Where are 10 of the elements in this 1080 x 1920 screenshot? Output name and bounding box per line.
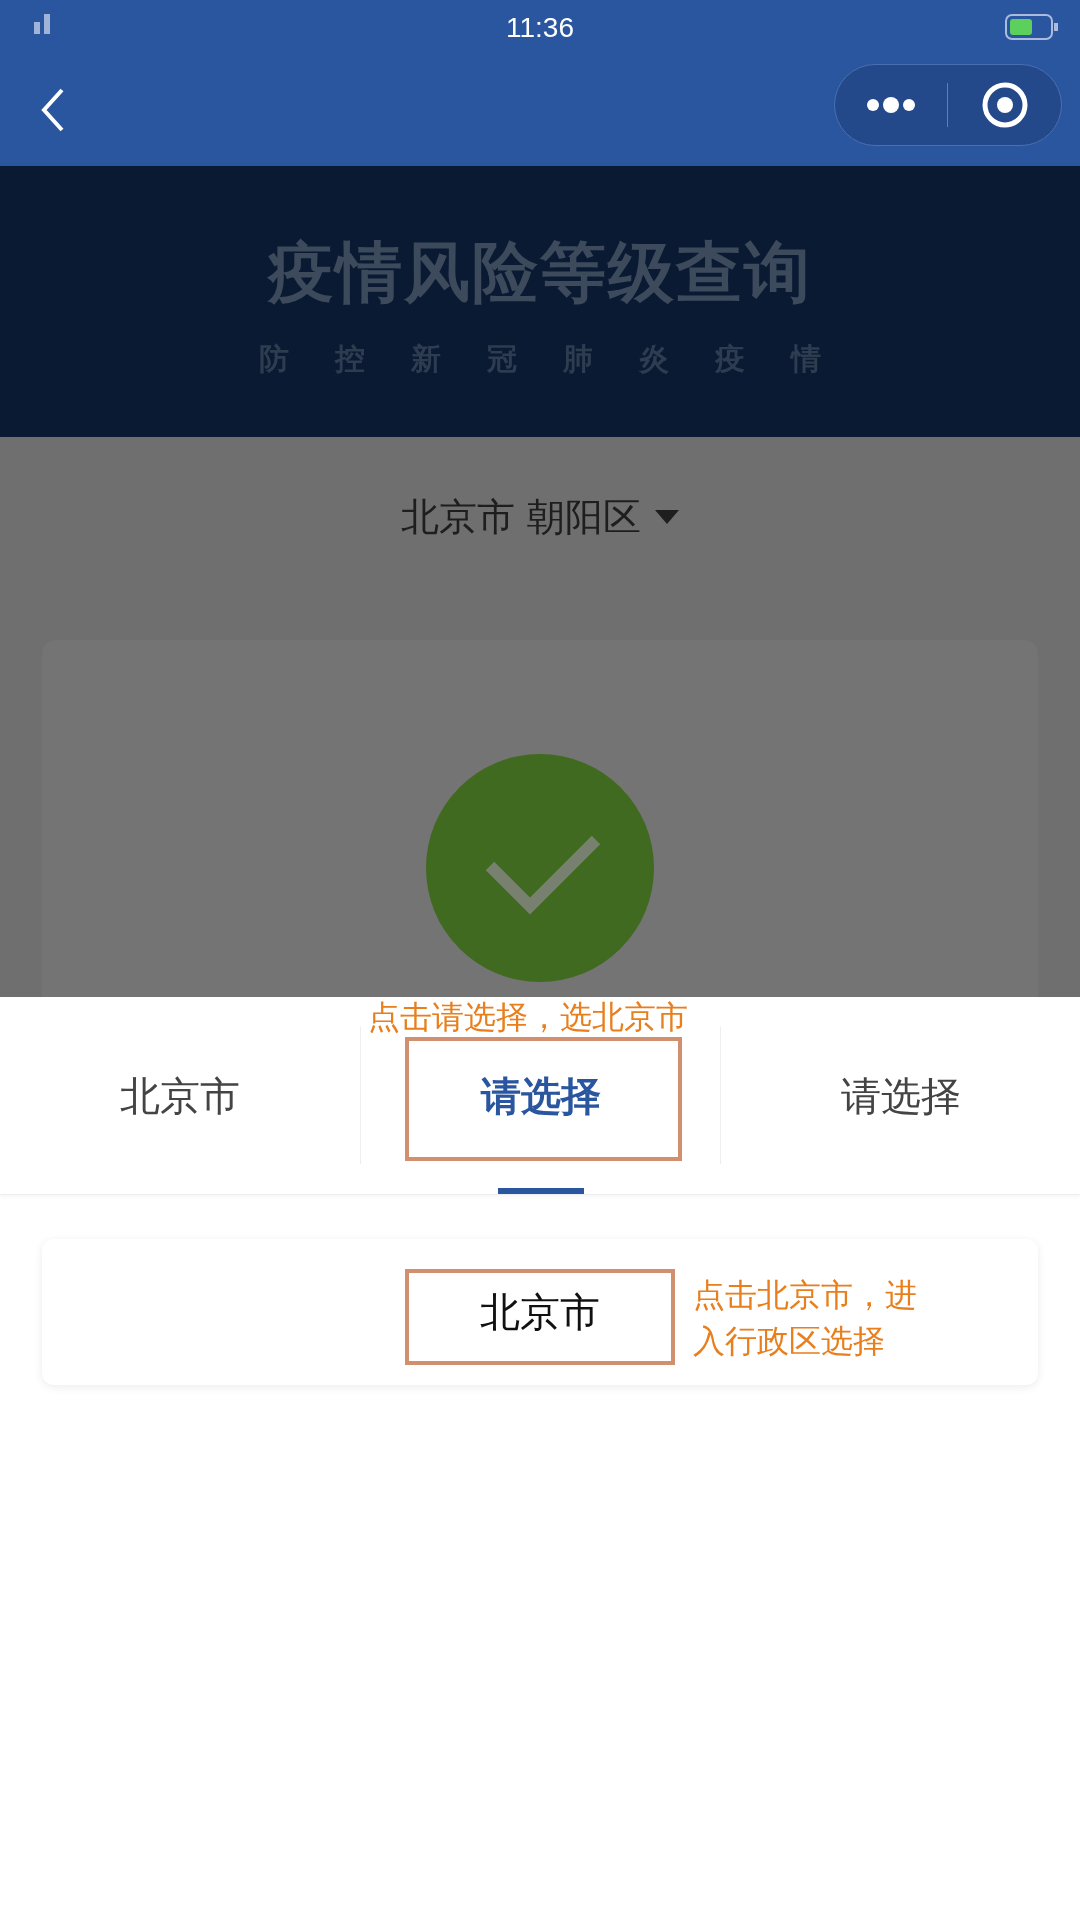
annotation-text: 点击北京市，进入行政区选择 (693, 1275, 918, 1362)
region-tab[interactable]: 北京市 (120, 1027, 240, 1164)
dropdown-caret-icon (655, 510, 680, 524)
annotation-text: 点击请选择，选北京市 (368, 997, 688, 1037)
check-circle-icon (426, 754, 654, 982)
status-time: 11:36 (506, 11, 574, 45)
region-tab[interactable]: 请选择 (840, 1027, 961, 1164)
signal-icon (34, 14, 50, 34)
battery-icon (1004, 12, 1060, 42)
location-text: 北京市 朝阳区 (400, 493, 642, 541)
